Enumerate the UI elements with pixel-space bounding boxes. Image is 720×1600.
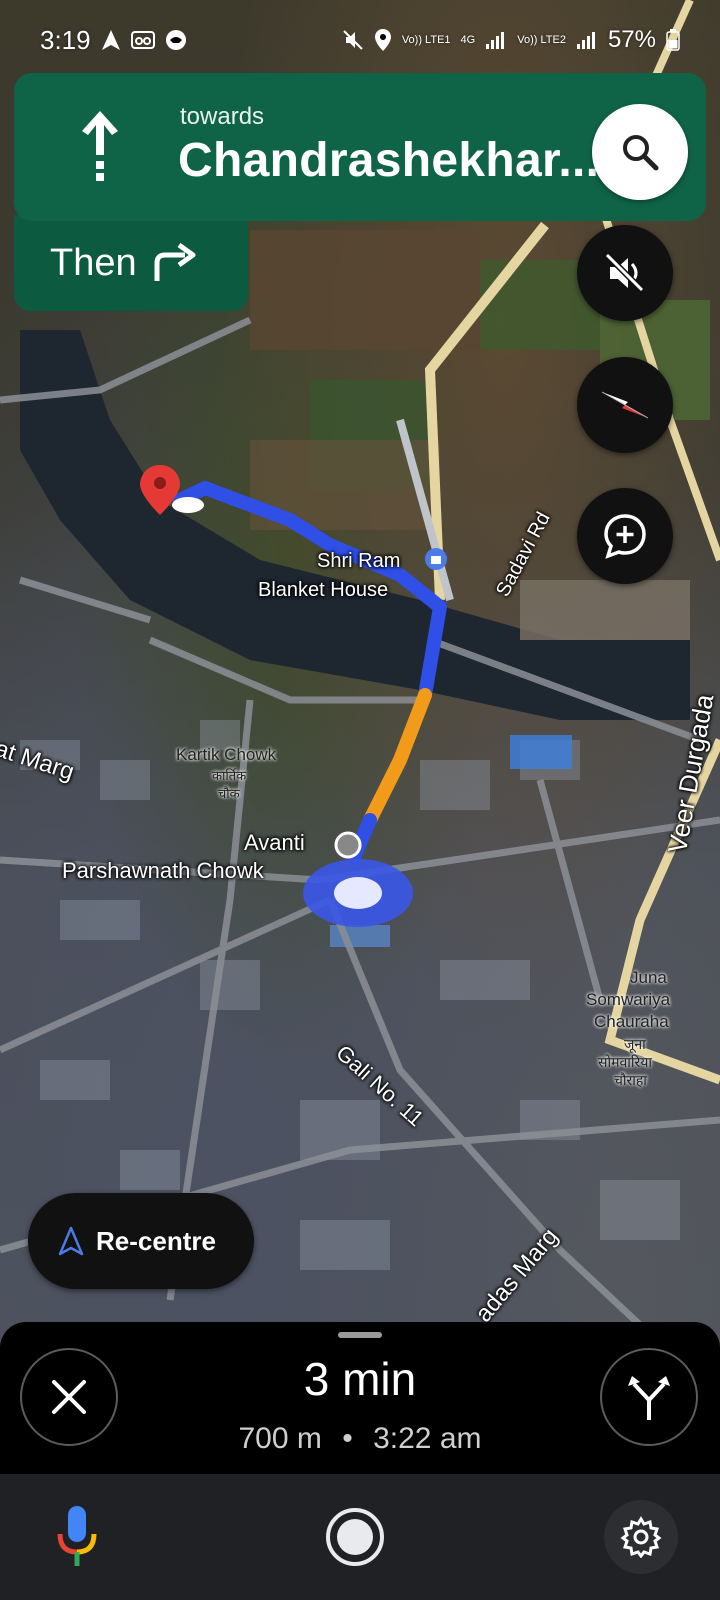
battery-percent: 57% — [607, 26, 656, 53]
search-button[interactable] — [592, 104, 688, 200]
place-label: Juna — [630, 968, 667, 987]
sim1-label: Vo)) LTE1 — [401, 33, 451, 46]
microphone-icon — [57, 1506, 97, 1566]
place-label-line2[interactable]: Parshawnath Chowk — [62, 858, 264, 884]
poi-label-line2[interactable]: Blanket House — [258, 579, 388, 602]
battery-icon — [666, 29, 680, 51]
status-time: 3:19 — [40, 24, 91, 55]
next-turn-banner[interactable]: Then — [14, 215, 248, 311]
navigation-banner[interactable]: towards Chandrashekhar... — [14, 73, 706, 221]
then-label: Then — [50, 241, 137, 284]
place-label-hindi: सोमवारिया — [598, 1054, 652, 1070]
location-status-icon — [374, 29, 391, 51]
chowk-label-hindi-2: चौक — [218, 786, 240, 801]
signal-icon-2 — [576, 32, 595, 49]
navigation-arrow-icon — [58, 1226, 84, 1256]
search-icon — [623, 135, 659, 171]
navigation-status-icon — [101, 30, 120, 50]
place-label[interactable]: Avanti — [244, 830, 305, 856]
add-report-icon — [604, 514, 646, 559]
alternate-routes-button[interactable] — [600, 1348, 698, 1446]
sim2-label: Vo)) LTE2 — [517, 33, 566, 46]
recentre-label: Re-centre — [96, 1225, 216, 1256]
place-poi-icon — [334, 831, 362, 859]
turn-right-icon — [154, 243, 196, 281]
poi-label[interactable]: Shri Ram — [317, 550, 400, 573]
voice-button[interactable] — [50, 1502, 104, 1572]
trip-panel[interactable]: 3 min 700 m • 3:22 am — [0, 1322, 720, 1474]
trip-separator: • — [342, 1422, 353, 1455]
settings-button[interactable] — [604, 1500, 678, 1574]
recentre-button[interactable]: Re-centre — [28, 1193, 254, 1289]
signal-icon — [486, 32, 505, 49]
place-label: Somwariya — [586, 990, 671, 1009]
home-circle-icon — [326, 1508, 384, 1566]
towards-label: towards — [180, 103, 265, 130]
street-name: Chandrashekhar... — [178, 134, 600, 187]
traffic-segment — [363, 688, 432, 827]
add-report-button[interactable] — [577, 488, 673, 584]
status-bar: 3:19 Vo)) LTE1 4G Vo)) LTE2 57% — [0, 0, 720, 80]
chowk-label: Kartik Chowk — [176, 745, 277, 764]
home-button[interactable] — [322, 1504, 388, 1570]
trip-distance: 700 m — [238, 1422, 322, 1455]
chowk-label-hindi: कार्तिक — [212, 768, 247, 783]
driving-mode-icon — [165, 30, 186, 50]
alternate-routes-icon — [628, 1376, 670, 1420]
place-label: Chauraha — [594, 1012, 669, 1031]
mute-status-icon — [343, 30, 363, 50]
bottom-action-bar — [0, 1474, 720, 1600]
place-label-hindi: जूना — [624, 1036, 646, 1052]
network-type: 4G — [460, 33, 476, 46]
trip-eta: 3:22 am — [373, 1422, 482, 1455]
mute-button[interactable] — [577, 225, 673, 321]
volume-mute-icon — [604, 252, 645, 293]
current-location-icon — [303, 859, 413, 927]
compass-icon — [601, 391, 649, 419]
drag-handle[interactable] — [338, 1332, 382, 1338]
place-label-hindi: चौराहा — [614, 1072, 647, 1088]
settings-gear-icon — [620, 1516, 662, 1558]
straight-arrow-icon — [82, 111, 118, 181]
voicemail-status-icon — [130, 31, 155, 49]
compass-button[interactable] — [577, 357, 673, 453]
